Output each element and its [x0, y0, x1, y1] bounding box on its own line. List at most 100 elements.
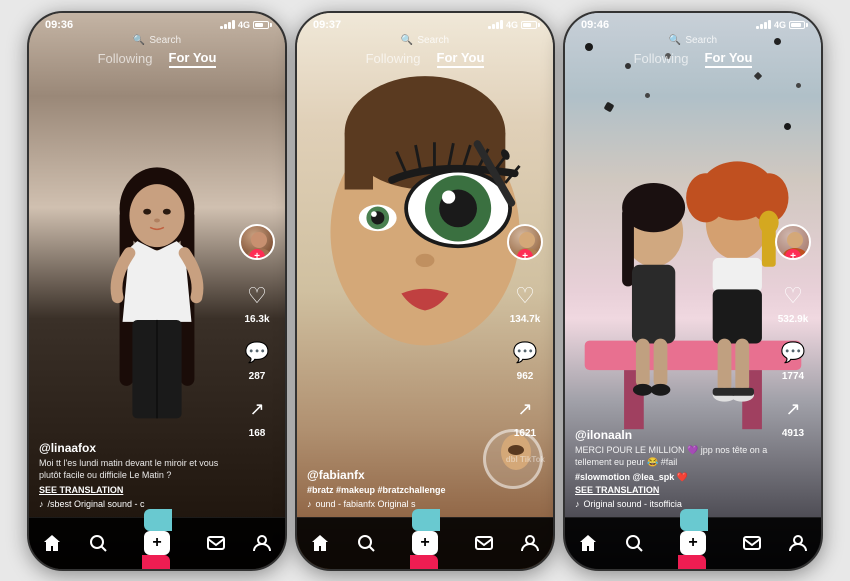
nav-home-3[interactable]	[578, 533, 598, 553]
music-note-3: ♪	[575, 499, 580, 509]
tab-following-3[interactable]: Following	[634, 51, 689, 66]
heart-icon-1: ♡	[241, 280, 273, 312]
nav-add-1[interactable]: +	[134, 507, 180, 570]
tab-foryou-3[interactable]: For You	[705, 50, 753, 68]
music-note-2: ♪	[307, 499, 312, 509]
comment-action-1[interactable]: 💬 287	[241, 337, 273, 382]
comment-count-1: 287	[249, 371, 266, 382]
add-icon-1: +	[144, 531, 169, 554]
comment-count-3: 1774	[782, 371, 804, 382]
like-action-1[interactable]: ♡ 16.3k	[241, 280, 273, 325]
nav-profile-3[interactable]	[788, 533, 808, 553]
see-translation-1[interactable]: SEE TRANSLATION	[39, 485, 235, 495]
follow-btn-2[interactable]: +	[517, 249, 533, 260]
search-bar-1[interactable]: 🔍 Search	[133, 35, 181, 46]
bottom-nav-3: +	[565, 517, 821, 569]
avatar-action-1[interactable]: +	[239, 224, 275, 260]
sound-text-3: Original sound - itsofficia	[584, 499, 682, 509]
username-1[interactable]: @linaafox	[39, 441, 235, 455]
confetti-9	[645, 93, 650, 98]
battery-3	[789, 21, 805, 29]
hashtags-3: #slowmotion @lea_spk ❤️	[575, 472, 771, 483]
watermark-2: dbl TikTok	[506, 455, 545, 464]
share-icon-3: ↗	[777, 394, 809, 426]
status-bar-3: 09:46 4G	[565, 13, 821, 35]
avatar-3: +	[775, 224, 811, 260]
nav-home-2[interactable]	[310, 533, 330, 553]
share-count-3: 4913	[782, 428, 804, 439]
tab-following-2[interactable]: Following	[366, 51, 421, 66]
right-actions-3: + ♡ 532.9k 💬 1774 ↗ 4913	[775, 224, 811, 439]
username-3[interactable]: @ilonaaln	[575, 428, 771, 442]
nav-tabs-2: Following For You	[366, 50, 485, 68]
nav-profile-1[interactable]	[252, 533, 272, 553]
status-icons-2: 4G	[488, 20, 537, 30]
caption-1: Moi tt l'es lundi matin devant le miroir…	[39, 458, 235, 481]
share-action-2[interactable]: ↗ 1621	[509, 394, 541, 439]
comment-icon-1: 💬	[241, 337, 273, 369]
nav-add-3[interactable]: +	[670, 507, 716, 570]
nav-search-1[interactable]	[88, 533, 108, 553]
sound-text-2: ound - fabianfx Original s	[316, 499, 416, 509]
share-count-1: 168	[249, 428, 266, 439]
time-3: 09:46	[581, 19, 609, 31]
search-label-2: Search	[417, 35, 449, 46]
add-icon-3: +	[680, 531, 705, 554]
nav-inbox-3[interactable]	[742, 533, 762, 553]
status-icons-3: 4G	[756, 20, 805, 30]
see-translation-3[interactable]: SEE TRANSLATION	[575, 485, 771, 495]
like-action-2[interactable]: ♡ 134.7k	[509, 280, 541, 325]
search-icon-3: 🔍	[669, 35, 681, 46]
confetti-4	[796, 83, 801, 88]
confetti-8	[784, 123, 791, 130]
status-icons-1: 4G	[220, 20, 269, 30]
nav-add-2[interactable]: +	[402, 507, 448, 570]
nav-profile-2[interactable]	[520, 533, 540, 553]
avatar-action-2[interactable]: +	[507, 224, 543, 260]
nav-search-2[interactable]	[356, 533, 376, 553]
follow-btn-1[interactable]: +	[249, 249, 265, 260]
comment-action-3[interactable]: 💬 1774	[777, 337, 809, 382]
nav-inbox-1[interactable]	[206, 533, 226, 553]
share-icon-1: ↗	[241, 394, 273, 426]
status-bar-2: 09:37 4G	[297, 13, 553, 35]
sound-info-1: ♪ /sbest Original sound - c	[39, 499, 235, 509]
signal-bars-3	[756, 20, 771, 29]
nav-inbox-2[interactable]	[474, 533, 494, 553]
heart-icon-2: ♡	[509, 280, 541, 312]
comment-action-2[interactable]: 💬 962	[509, 337, 541, 382]
phone-frame-1: 09:36 4G 🔍 Search Following For You	[27, 11, 287, 571]
search-bar-2[interactable]: 🔍 Search	[401, 35, 449, 46]
follow-btn-3[interactable]: +	[785, 249, 801, 260]
phone-frame-2: dbl TikTok 09:37 4G 🔍 Search Following F…	[295, 11, 555, 571]
avatar-1: +	[239, 224, 275, 260]
nav-home-1[interactable]	[42, 533, 62, 553]
share-action-3[interactable]: ↗ 4913	[777, 394, 809, 439]
sound-info-3: ♪ Original sound - itsofficia	[575, 499, 771, 509]
network-1: 4G	[238, 20, 250, 30]
music-note-1: ♪	[39, 499, 44, 509]
comment-icon-3: 💬	[777, 337, 809, 369]
nav-search-3[interactable]	[624, 533, 644, 553]
tab-foryou-2[interactable]: For You	[437, 50, 485, 68]
right-actions-2: + ♡ 134.7k 💬 962 ↗ 1621	[507, 224, 543, 439]
signal-bars-1	[220, 20, 235, 29]
network-3: 4G	[774, 20, 786, 30]
tab-foryou-1[interactable]: For You	[169, 50, 217, 68]
bottom-nav-1: +	[29, 517, 285, 569]
like-action-3[interactable]: ♡ 532.9k	[777, 280, 809, 325]
avatar-action-3[interactable]: +	[775, 224, 811, 260]
battery-2	[521, 21, 537, 29]
search-label-3: Search	[685, 35, 717, 46]
comment-count-2: 962	[517, 371, 534, 382]
username-2[interactable]: @fabianfx	[307, 468, 503, 482]
search-bar-3[interactable]: 🔍 Search	[669, 35, 717, 46]
tab-following-1[interactable]: Following	[98, 51, 153, 66]
bottom-info-1: @linaafox Moi tt l'es lundi matin devant…	[39, 441, 235, 508]
hashtags-2: #bratz #makeup #bratzchallenge	[307, 485, 503, 495]
top-nav-1: 🔍 Search Following For You	[29, 35, 285, 68]
avatar-2: +	[507, 224, 543, 260]
share-action-1[interactable]: ↗ 168	[241, 394, 273, 439]
caption-3: MERCI POUR LE MILLION 💜 jpp nos tête on …	[575, 445, 771, 468]
battery-1	[253, 21, 269, 29]
